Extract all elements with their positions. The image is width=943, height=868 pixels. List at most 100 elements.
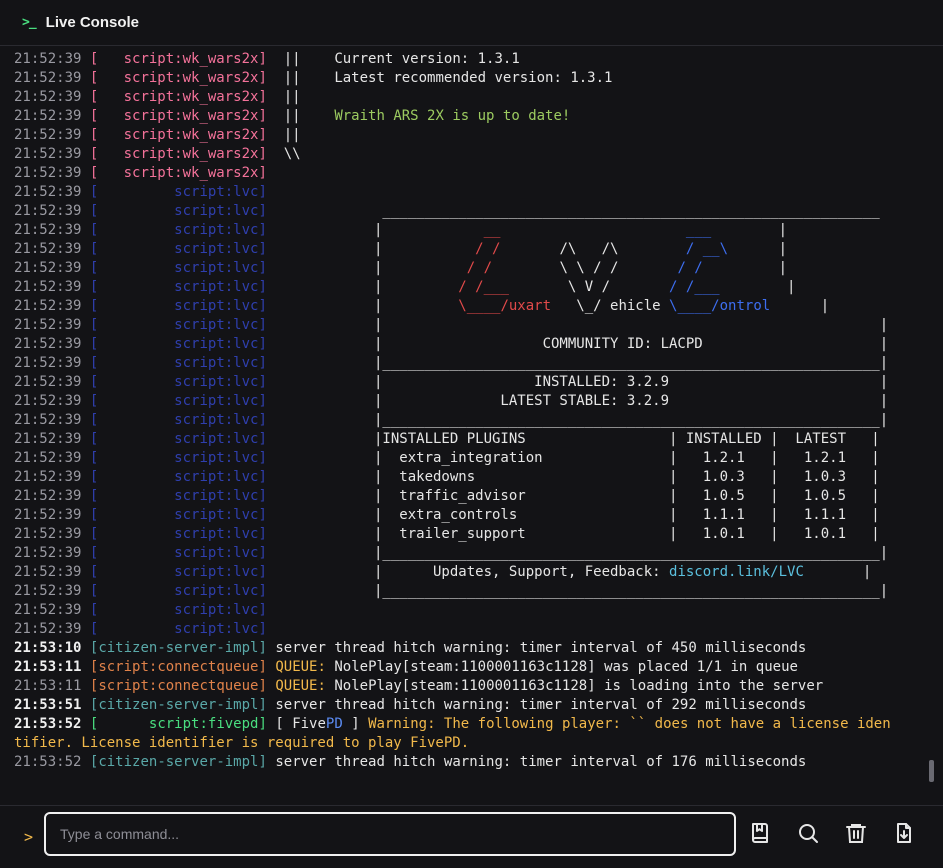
log-line: 21:52:39 [ script:lvc] | \____/uxart \_/ … [14,297,914,316]
log-line: 21:52:39 [ script:lvc] | takedowns | 1.0.… [14,468,914,487]
log-timestamp: 21:52:39 [14,203,82,219]
log-line: 21:52:39 [ script:lvc] | | [14,316,914,335]
log-timestamp: 21:52:39 [14,545,82,561]
console-output[interactable]: 21:52:39 [ script:wk_wars2x] || Current … [14,50,914,790]
logo-art: \ \ / / [492,260,678,276]
log-message: || Latest recommended version: 1.3.1 [266,70,613,86]
lvc-banner-line: | \____/uxart \_/ ehicle \____/ontrol | [374,297,829,316]
log-line: 21:52:39 [ script:lvc] | / / /\ /\ / __\ … [14,240,914,259]
logo-art [500,222,685,238]
console-header: >_ Live Console [0,0,943,46]
banner-text: |_______________________________________… [374,412,889,428]
log-level: QUEUE: [266,678,326,694]
log-message-success: Wraith ARS 2X is up to date! [334,108,571,124]
log-message: || [266,89,301,105]
log-source-name: script:lvc [174,241,259,257]
log-source-tag: [ script:lvc] [89,431,267,447]
log-line: 21:52:39 [ script:lvc] |INSTALLED PLUGINS… [14,430,914,449]
log-source-name: script:lvc [174,203,259,219]
logo-art: \____/uxart [382,298,552,314]
log-source-name: script:lvc [174,583,259,599]
log-source-name: script:lvc [174,488,259,504]
lvc-banner-line: |INSTALLED PLUGINS | INSTALLED | LATEST … [374,430,880,449]
log-line: 21:52:39 [ script:lvc] |_________________… [14,354,914,373]
discord-link[interactable]: discord.link/LVC [669,564,804,580]
log-message: || Current version: 1.3.1 [266,51,520,67]
log-timestamp: 21:52:39 [14,51,82,67]
log-source-tag: [ script:wk_wars2x] [89,51,267,67]
banner-text: | [702,260,788,276]
log-line: 21:53:11 [script:connectqueue] QUEUE: No… [14,658,914,677]
log-source-tag: [ script:wk_wars2x] [89,146,267,162]
log-source-tag: [ script:lvc] [89,355,267,371]
log-source-tag: [ script:lvc] [89,545,267,561]
lvc-banner-line: | COMMUNITY ID: LACPD | [374,335,888,354]
log-line: 21:52:39 [ script:wk_wars2x] || [14,126,914,145]
log-source-name: script:lvc [174,260,259,276]
log-source-name: script:lvc [174,450,259,466]
command-input[interactable] [44,812,736,856]
logo-art: / __\ [685,241,729,257]
log-message: server thread hitch warning: timer inter… [266,754,807,770]
scrollbar-thumb[interactable] [929,760,934,782]
banner-text: | extra_integration | 1.2.1 | 1.2.1 | [374,450,880,466]
log-source-tag: [ script:lvc] [89,317,267,333]
log-line: 21:53:51 [citizen-server-impl] server th… [14,696,914,715]
log-line: 21:52:39 [ script:lvc] [14,183,914,202]
logo-art: \____/ontrol [669,298,771,314]
banner-text: | extra_controls | 1.1.1 | 1.1.1 | [374,507,880,523]
banner-text: | [719,279,796,295]
log-timestamp: 21:52:39 [14,241,82,257]
log-source-name: citizen-server-impl [98,754,259,770]
lvc-banner-line: | extra_integration | 1.2.1 | 1.2.1 | [374,449,880,468]
log-source-tag: [ script:lvc] [89,488,267,504]
download-icon[interactable] [892,821,916,845]
log-source-name: script:lvc [174,393,259,409]
logo-art: \ V / [508,279,670,295]
log-line: 21:52:39 [ script:lvc] | Updates, Support… [14,563,914,582]
log-timestamp: 21:52:39 [14,165,82,181]
lvc-banner-line: |_______________________________________… [374,411,888,430]
log-source-tag: [ script:lvc] [89,621,267,637]
lvc-banner-line: | extra_controls | 1.1.1 | 1.1.1 | [374,506,880,525]
log-source-tag: [ script:lvc] [89,393,267,409]
log-message: NolePlay[steam:1100001163c1128] was plac… [325,659,798,675]
logo-art: __ [382,222,501,238]
log-timestamp: 21:53:11 [14,678,82,694]
log-source-name: citizen-server-impl [98,640,259,656]
log-line: 21:53:52 [citizen-server-impl] server th… [14,753,914,772]
log-message: [ Five [266,716,326,732]
search-icon[interactable] [796,821,820,845]
log-message: NolePlay[steam:1100001163c1128] is loadi… [325,678,824,694]
log-source-tag: [ script:wk_wars2x] [89,165,267,181]
trash-icon[interactable] [844,821,868,845]
log-source-name: script:fivepd [148,716,259,732]
log-timestamp: 21:52:39 [14,431,82,447]
log-source-name: script:wk_wars2x [123,165,259,181]
logo-art: \_/ ehicle [551,298,670,314]
banner-text: | COMMUNITY ID: LACPD | [374,336,889,352]
log-source-name: script:wk_wars2x [123,108,259,124]
log-source-tag: [citizen-server-impl] [89,640,267,656]
lvc-banner-line: |_______________________________________… [374,544,888,563]
log-source-tag: [ script:lvc] [89,260,267,276]
terminal-icon: >_ [22,15,37,30]
lvc-banner-line: | LATEST STABLE: 3.2.9 | [374,392,888,411]
lvc-banner-line: |_______________________________________… [374,582,888,601]
log-source-tag: [ script:lvc] [89,222,267,238]
log-timestamp: 21:52:39 [14,450,82,466]
log-source-name: script:lvc [174,336,259,352]
log-line: 21:52:39 [ script:lvc] |_________________… [14,544,914,563]
log-timestamp: 21:52:39 [14,317,82,333]
log-message: server thread hitch warning: timer inter… [266,697,807,713]
log-source-tag: [ script:lvc] [89,203,267,219]
log-source-name: script:lvc [174,621,259,637]
logo-art: / / [382,260,493,276]
log-source-tag: [ script:wk_wars2x] [89,108,267,124]
log-line: 21:53:10 [citizen-server-impl] server th… [14,639,914,658]
log-source-tag: [ script:lvc] [89,583,267,599]
log-line: 21:52:39 [ script:wk_wars2x] || Latest r… [14,69,914,88]
banner-text: | INSTALLED: 3.2.9 | [374,374,889,390]
log-timestamp: 21:53:52 [14,716,82,732]
bookmark-icon[interactable] [748,821,772,845]
